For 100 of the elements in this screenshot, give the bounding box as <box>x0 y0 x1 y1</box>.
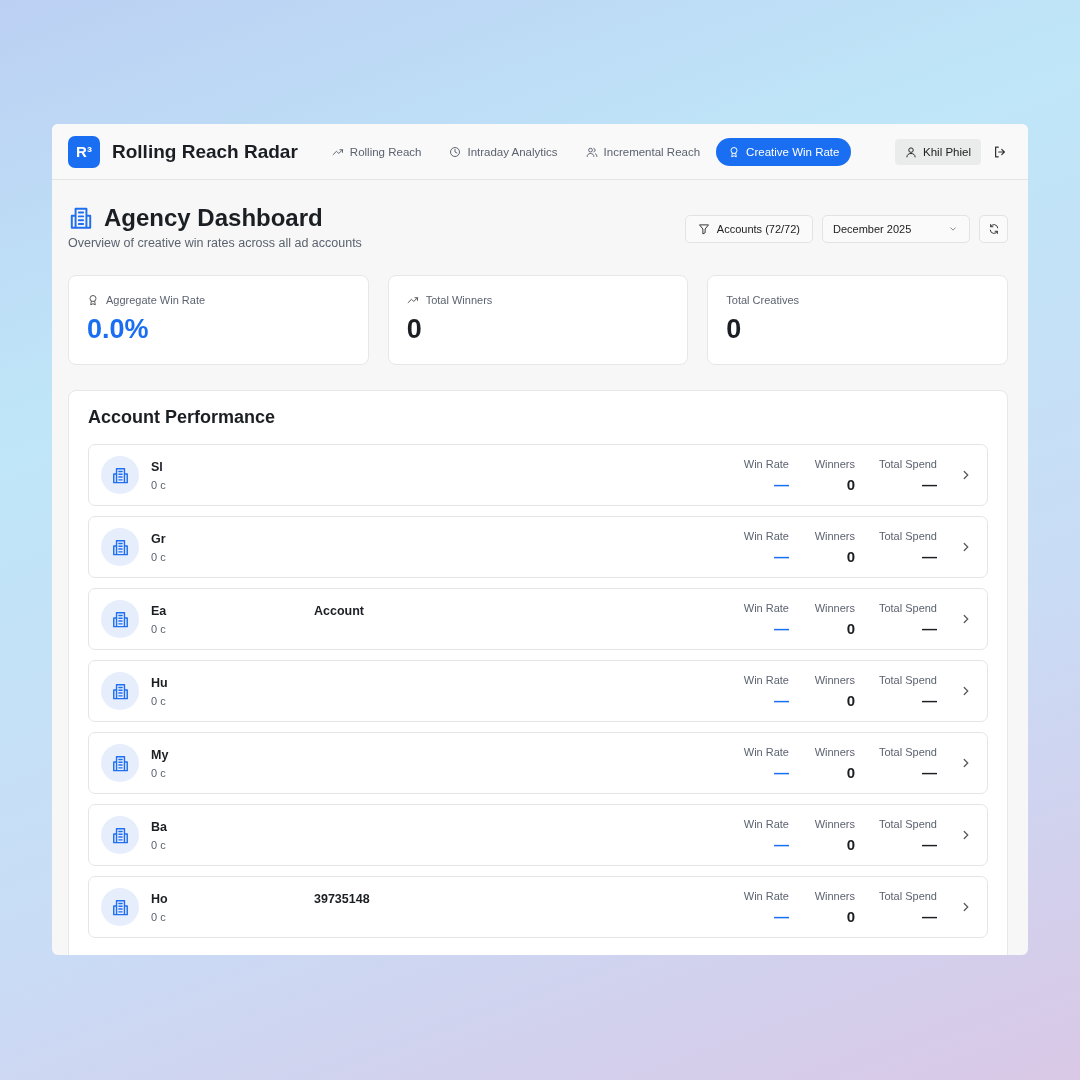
account-row[interactable]: Hu 0 c Win Rate — Winners 0 Total Spend — <box>88 660 988 722</box>
stat-value: 0 <box>726 314 743 345</box>
metric-value: — <box>922 763 937 781</box>
metric-label: Total Spend <box>878 529 937 542</box>
metric-label: Winners <box>814 889 855 902</box>
metric-label: Win Rate <box>743 817 789 830</box>
stat-value: 0.0% <box>87 314 150 345</box>
metric-value: 0 <box>846 691 855 709</box>
users-icon <box>585 145 598 158</box>
metric-value: — <box>774 475 789 493</box>
stat-label: Total Creatives <box>726 294 800 306</box>
app-title: Rolling Reach Radar <box>112 140 298 163</box>
award-icon <box>728 145 741 158</box>
trend-icon <box>406 294 419 306</box>
building-icon <box>110 609 130 629</box>
building-icon <box>68 205 94 231</box>
metric-value: — <box>922 691 937 709</box>
nav-tab[interactable]: Rolling Reach <box>319 137 434 166</box>
nav-tab[interactable]: Creative Win Rate <box>716 137 852 166</box>
account-row[interactable]: My 0 c Win Rate — Winners 0 Total Spend — <box>88 732 988 794</box>
metric-label: Winners <box>814 529 855 542</box>
metric-value: — <box>922 907 937 925</box>
account-name: Ba <box>151 819 168 834</box>
metric-value: — <box>774 907 789 925</box>
metric-label: Win Rate <box>743 457 789 470</box>
month-dropdown[interactable]: December 2025 <box>822 215 970 243</box>
metric-label: Winners <box>814 673 855 686</box>
metric-label: Win Rate <box>743 889 789 902</box>
metric-label: Total Spend <box>878 889 937 902</box>
account-subtitle: 0 c <box>151 838 167 851</box>
clock-icon <box>449 145 462 158</box>
page-title: Agency Dashboard <box>104 204 323 232</box>
account-name: Hu <box>151 675 169 690</box>
nav-tab[interactable]: Intraday Analytics <box>437 137 570 166</box>
metric-label: Win Rate <box>743 601 789 614</box>
account-row[interactable]: Gr 0 c Win Rate — Winners 0 Total Spend — <box>88 516 988 578</box>
refresh-button[interactable] <box>979 215 1008 243</box>
metric-value: 0 <box>846 763 855 781</box>
account-row[interactable]: Ea Account 0 c Win Rate — Winners 0 Total Spend — <box>88 588 988 650</box>
metric-value: — <box>774 835 789 853</box>
app-logo: R³ <box>68 135 100 168</box>
metric-label: Winners <box>814 601 855 614</box>
metric-value: — <box>774 619 789 637</box>
account-subtitle: 0 c <box>151 478 167 491</box>
building-icon <box>110 825 130 845</box>
metric-value: — <box>774 547 789 565</box>
metric-label: Total Spend <box>878 457 937 470</box>
metric-value: — <box>922 835 937 853</box>
user-icon <box>905 145 918 158</box>
metric-value: 0 <box>846 475 855 493</box>
account-name: Sl <box>151 459 164 474</box>
nav-tab[interactable]: Incremental Reach <box>573 137 713 166</box>
metric-label: Winners <box>814 457 855 470</box>
account-name: Gr <box>151 531 167 546</box>
metric-label: Total Spend <box>878 817 937 830</box>
account-name: 39735148 <box>314 891 370 906</box>
metric-value: 0 <box>846 835 855 853</box>
metric-label: Total Spend <box>878 673 937 686</box>
filter-icon <box>697 223 710 235</box>
metric-value: — <box>922 619 937 637</box>
account-subtitle: 0 c <box>151 910 167 923</box>
refresh-icon <box>987 223 1000 235</box>
building-icon <box>110 537 130 557</box>
metric-label: Win Rate <box>743 673 789 686</box>
metric-value: — <box>774 691 789 709</box>
account-row[interactable]: Ba 0 c Win Rate — Winners 0 Total Spend — <box>88 804 988 866</box>
building-icon <box>110 465 130 485</box>
logout-icon[interactable] <box>993 144 1007 159</box>
metric-value: 0 <box>846 907 855 925</box>
account-name: Ho <box>151 891 169 906</box>
building-icon <box>110 897 130 917</box>
account-subtitle: 0 c <box>151 622 167 635</box>
account-row[interactable]: Ho 39735148 0 c Win Rate — Winners 0 Total Spend — <box>88 876 988 938</box>
building-icon <box>110 753 130 773</box>
page-subtitle: Overview of creative win rates across all ad accounts <box>68 236 362 250</box>
stat-value: 0 <box>406 314 423 345</box>
account-name: Account <box>314 603 364 618</box>
metric-value: 0 <box>846 619 855 637</box>
metric-value: 0 <box>846 547 855 565</box>
section-title: Account Performance <box>88 407 277 428</box>
building-icon <box>110 681 130 701</box>
stat-label: Total Winners <box>425 294 493 306</box>
metric-value: — <box>774 763 789 781</box>
award-icon <box>87 294 99 306</box>
metric-label: Total Spend <box>878 601 937 614</box>
metric-label: Win Rate <box>743 745 789 758</box>
user-menu-button[interactable]: Khil Phiel <box>895 138 981 165</box>
metric-label: Total Spend <box>878 745 937 758</box>
account-name: My <box>151 747 170 762</box>
metric-label: Winners <box>814 817 855 830</box>
stat-label: Aggregate Win Rate <box>106 294 206 306</box>
accounts-filter-button[interactable]: Accounts (72/72) <box>684 215 813 243</box>
account-row[interactable]: Sl 0 c Win Rate — Winners 0 Total Spend — <box>88 444 988 506</box>
account-subtitle: 0 c <box>151 766 167 779</box>
metric-value: — <box>922 475 937 493</box>
account-subtitle: 0 c <box>151 550 167 563</box>
account-name: Ea <box>151 603 168 618</box>
metric-label: Winners <box>814 745 855 758</box>
metric-label: Win Rate <box>743 529 789 542</box>
metric-value: — <box>922 547 937 565</box>
